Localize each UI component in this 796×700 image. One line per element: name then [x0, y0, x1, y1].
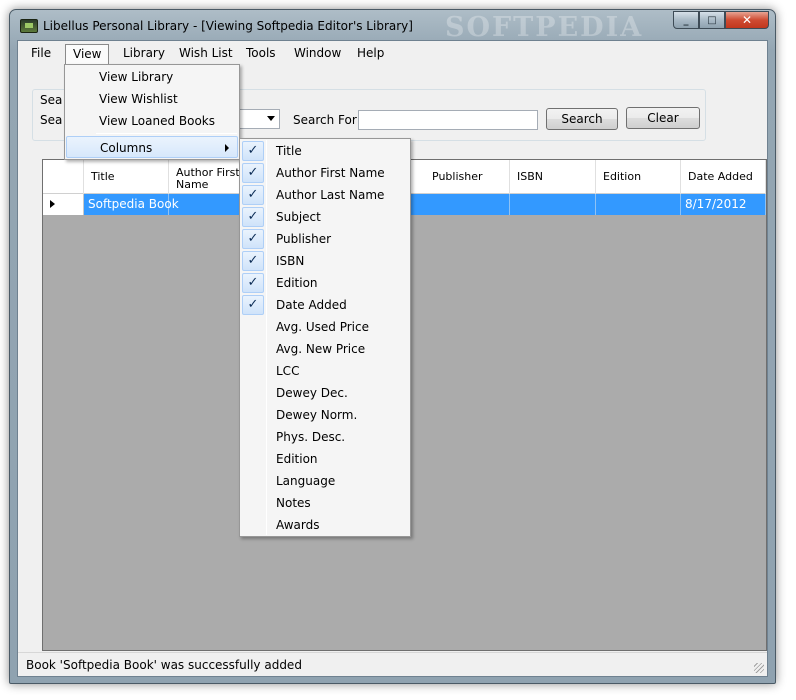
column-toggle-label: Edition	[276, 452, 318, 466]
menu-window[interactable]: Window	[287, 44, 348, 64]
maximize-button[interactable]: □	[699, 11, 725, 29]
row-selector[interactable]	[43, 194, 84, 215]
softpedia-watermark: SOFTPEDIA	[445, 12, 644, 43]
column-toggle-item[interactable]: Edition	[242, 448, 408, 470]
menu-view[interactable]: View	[65, 44, 110, 64]
checkmark-icon: ✓	[242, 273, 264, 293]
submenu-arrow-icon	[225, 144, 229, 152]
columns-submenu: ✓ Title ✓ Author First Name ✓ Author Last Nam…	[239, 138, 411, 537]
column-toggle-item[interactable]: ✓ Author First Name	[242, 162, 408, 184]
checkmark-icon: ✓	[242, 229, 264, 249]
column-toggle-item[interactable]: ✓ Author Last Name	[242, 184, 408, 206]
clear-button[interactable]: Clear	[626, 107, 700, 129]
column-toggle-item[interactable]: Notes	[242, 492, 408, 514]
column-toggle-item[interactable]: ✓ Title	[242, 140, 408, 162]
column-toggle-item[interactable]: Avg. New Price	[242, 338, 408, 360]
window-title: Libellus Personal Library - [Viewing Sof…	[43, 19, 413, 33]
checkmark-icon: ✓	[242, 295, 264, 315]
current-row-arrow-icon	[50, 200, 55, 208]
column-toggle-label: Dewey Dec.	[276, 386, 348, 400]
search-button[interactable]: Search	[546, 108, 618, 130]
column-toggle-item[interactable]: ✓ Publisher	[242, 228, 408, 250]
column-toggle-label: Date Added	[276, 298, 347, 312]
column-toggle-item[interactable]: Avg. Used Price	[242, 316, 408, 338]
column-toggle-item[interactable]: LCC	[242, 360, 408, 382]
column-toggle-item[interactable]: Dewey Norm.	[242, 404, 408, 426]
column-header-isbn[interactable]: ISBN	[510, 160, 596, 194]
column-toggle-label: Language	[276, 474, 336, 488]
column-toggle-label: Edition	[276, 276, 318, 290]
menu-library[interactable]: Library	[116, 44, 172, 64]
checkmark-icon: ✓	[242, 207, 264, 227]
search-label-2: Sea	[40, 113, 63, 127]
window-controls: _ □ ✕	[673, 11, 769, 29]
menu-item-view-wishlist[interactable]: View Wishlist	[66, 88, 238, 110]
search-label-1: Sea	[40, 93, 63, 107]
column-toggle-label: Subject	[276, 210, 321, 224]
menu-wish-list[interactable]: Wish List	[172, 44, 240, 64]
cell-edition[interactable]	[596, 194, 681, 215]
menu-file[interactable]: File	[24, 44, 58, 64]
column-toggle-label: Author Last Name	[276, 188, 385, 202]
close-button[interactable]: ✕	[725, 11, 769, 29]
menu-help[interactable]: Help	[350, 44, 391, 64]
search-field-select[interactable]	[240, 109, 280, 129]
column-toggle-item[interactable]: Awards	[242, 514, 408, 536]
column-toggle-item[interactable]: ✓ Date Added	[242, 294, 408, 316]
cell-date-added[interactable]: 8/17/2012	[681, 194, 766, 215]
search-input[interactable]	[358, 110, 538, 130]
resize-grip-icon[interactable]	[754, 663, 764, 673]
app-icon[interactable]	[20, 19, 38, 33]
title-bar[interactable]: Libellus Personal Library - [Viewing Sof…	[10, 10, 775, 44]
column-header-title[interactable]: Title	[84, 160, 169, 194]
cell-publisher[interactable]	[425, 194, 510, 215]
view-menu-dropdown: View Library View Wishlist View Loaned B…	[64, 64, 240, 160]
column-toggle-label: Author First Name	[276, 166, 385, 180]
menu-bar: File View Library Wish List Tools Window…	[18, 41, 767, 65]
column-toggle-label: Avg. Used Price	[276, 320, 369, 334]
menu-item-view-loaned-books[interactable]: View Loaned Books	[66, 110, 238, 132]
menu-item-columns-label: Columns	[100, 141, 153, 155]
row-header-corner	[43, 160, 84, 194]
checkmark-icon: ✓	[242, 185, 264, 205]
menu-item-columns[interactable]: Columns	[66, 136, 238, 158]
menu-separator	[96, 133, 237, 134]
column-toggle-label: Awards	[276, 518, 320, 532]
checkmark-icon: ✓	[242, 163, 264, 183]
status-message: Book 'Softpedia Book' was successfully a…	[26, 658, 302, 672]
column-header-publisher[interactable]: Publisher	[425, 160, 510, 194]
column-toggle-label: Avg. New Price	[276, 342, 366, 356]
column-toggle-item[interactable]: Language	[242, 470, 408, 492]
column-toggle-item[interactable]: ✓ Subject	[242, 206, 408, 228]
minimize-button[interactable]: _	[673, 11, 699, 29]
status-bar: Book 'Softpedia Book' was successfully a…	[18, 652, 767, 676]
column-toggle-label: Dewey Norm.	[276, 408, 358, 422]
column-toggle-label: Notes	[276, 496, 311, 510]
column-header-date-added[interactable]: Date Added	[681, 160, 766, 194]
chevron-down-icon	[267, 116, 275, 121]
search-for-label: Search For:	[293, 113, 361, 127]
checkmark-icon: ✓	[242, 251, 264, 271]
column-header-edition[interactable]: Edition	[596, 160, 681, 194]
column-toggle-label: LCC	[276, 364, 300, 378]
column-toggle-label: ISBN	[276, 254, 305, 268]
menu-tools[interactable]: Tools	[239, 44, 283, 64]
cell-isbn[interactable]	[510, 194, 596, 215]
column-toggle-label: Phys. Desc.	[276, 430, 346, 444]
cell-title[interactable]: Softpedia Book	[84, 194, 179, 215]
column-toggle-label: Publisher	[276, 232, 332, 246]
column-toggle-item[interactable]: Phys. Desc.	[242, 426, 408, 448]
column-toggle-item[interactable]: ✓ ISBN	[242, 250, 408, 272]
checkmark-icon: ✓	[242, 141, 264, 161]
column-toggle-item[interactable]: Dewey Dec.	[242, 382, 408, 404]
column-toggle-item[interactable]: ✓ Edition	[242, 272, 408, 294]
menu-item-view-library[interactable]: View Library	[66, 66, 238, 88]
column-toggle-label: Title	[276, 144, 302, 158]
